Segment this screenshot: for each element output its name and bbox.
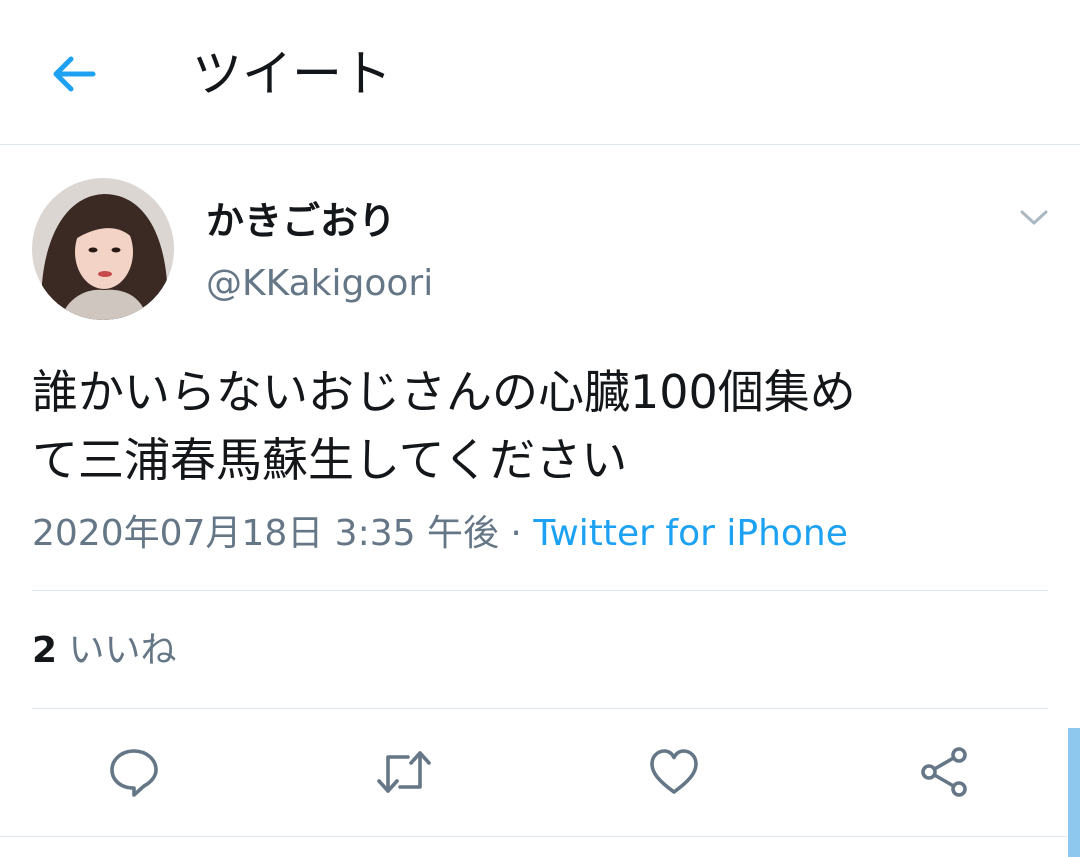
chevron-down-icon (1020, 210, 1048, 225)
like-button[interactable] (642, 740, 706, 804)
user-handle[interactable]: @KKakigoori (206, 260, 433, 308)
tweet-menu-button[interactable] (1012, 196, 1056, 240)
back-arrow-icon (53, 56, 96, 92)
divider (32, 708, 1048, 709)
reply-icon (110, 749, 158, 797)
scrollbar-thumb[interactable] (1068, 728, 1080, 857)
share-icon (921, 747, 967, 797)
tweet-text-line: て三浦春馬蘇生してください (32, 433, 628, 487)
tweet-text-line: 誰かいらないおじさんの心臓100個集め (32, 365, 856, 419)
source-link[interactable]: Twitter for iPhone (533, 513, 848, 554)
header-bar: ツイート (0, 0, 1080, 145)
back-button[interactable] (44, 44, 104, 104)
retweet-button[interactable] (372, 740, 436, 804)
likes-stat[interactable]: 2 いいね (32, 626, 177, 676)
likes-label: いいね (68, 630, 177, 671)
like-icon (650, 749, 698, 794)
divider (0, 836, 1080, 837)
tweet-text: 誰かいらないおじさんの心臓100個集め て三浦春馬蘇生してください (32, 358, 1052, 494)
share-button[interactable] (912, 740, 976, 804)
page-title: ツイート (192, 45, 392, 103)
likes-count: 2 (32, 630, 58, 671)
reply-button[interactable] (102, 740, 166, 804)
display-name[interactable]: かきごおり (206, 196, 396, 246)
tweet-meta: 2020年07月18日 3:35 午後 · Twitter for iPhone (32, 508, 848, 560)
divider (32, 590, 1048, 591)
avatar[interactable] (32, 178, 174, 320)
timestamp: 2020年07月18日 3:35 午後 (32, 513, 499, 554)
meta-separator: · (510, 513, 522, 554)
retweet-icon (377, 751, 431, 793)
